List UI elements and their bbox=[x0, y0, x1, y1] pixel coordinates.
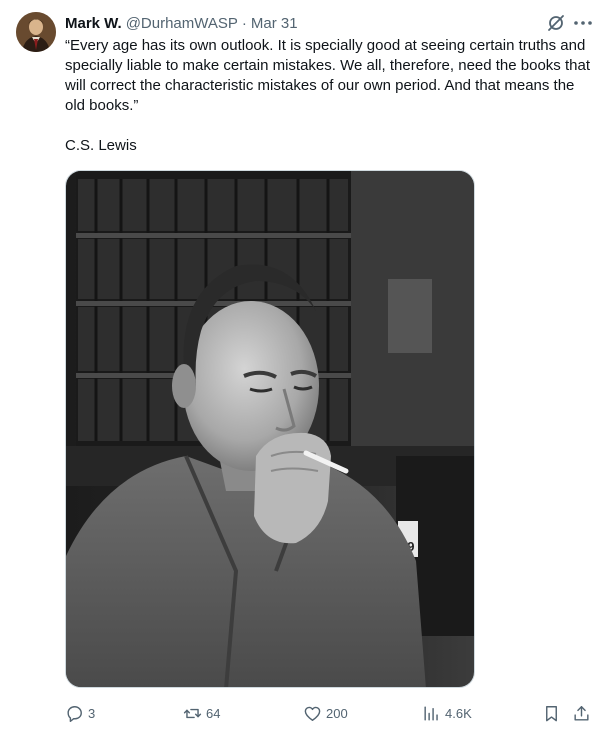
tweet-photo[interactable]: 29 bbox=[65, 170, 475, 688]
author-name[interactable]: Mark W. bbox=[65, 15, 122, 32]
views-button[interactable]: 4.6K bbox=[422, 702, 472, 724]
tweet: Mark W. @DurhamWASP · Mar 31 “Every age … bbox=[0, 0, 609, 734]
header-separator: · bbox=[241, 14, 247, 32]
retweet-count: 64 bbox=[206, 705, 221, 721]
retweet-icon bbox=[183, 708, 202, 718]
more-icon[interactable] bbox=[572, 13, 594, 33]
reply-icon bbox=[67, 705, 82, 722]
share-icon bbox=[574, 705, 589, 721]
tweet-text: “Every age has its own outlook. It is sp… bbox=[65, 36, 595, 156]
like-count: 200 bbox=[326, 705, 348, 721]
author-handle[interactable]: @DurhamWASP bbox=[126, 15, 238, 32]
retweet-button[interactable]: 64 bbox=[183, 702, 220, 724]
tweet-quote: “Every age has its own outlook. It is sp… bbox=[65, 37, 590, 114]
action-bar: 3 64 200 4.6K bbox=[65, 702, 595, 724]
reply-count: 3 bbox=[88, 705, 96, 721]
tweet-attribution: C.S. Lewis bbox=[65, 137, 137, 154]
bookmark-icon bbox=[546, 705, 557, 721]
views-count: 4.6K bbox=[445, 705, 472, 721]
like-icon bbox=[304, 706, 321, 721]
like-button[interactable]: 200 bbox=[303, 702, 348, 724]
reply-button[interactable]: 3 bbox=[65, 702, 95, 724]
tweet-header: Mark W. @DurhamWASP · Mar 31 bbox=[65, 13, 298, 33]
avatar[interactable] bbox=[16, 12, 56, 52]
tweet-date[interactable]: Mar 31 bbox=[251, 15, 298, 32]
grok-icon[interactable] bbox=[546, 13, 566, 33]
share-button[interactable] bbox=[572, 702, 591, 724]
views-icon bbox=[424, 705, 438, 721]
bookmark-button[interactable] bbox=[542, 702, 561, 724]
